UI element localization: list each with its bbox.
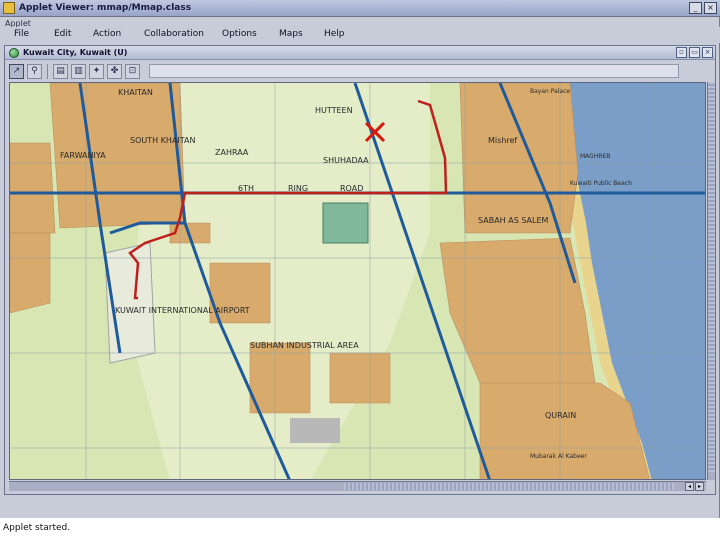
horizontal-scroll-thumb[interactable]: [344, 483, 674, 490]
map-label-mishref: Mishref: [488, 136, 517, 145]
menu-file[interactable]: File: [14, 29, 29, 39]
map-label-hutteen: HUTTEEN: [315, 106, 353, 115]
map-label-subhan: SUBHAN INDUSTRIAL AREA: [250, 341, 359, 350]
map-label-sabah-as-salem: SABAH AS SALEM: [478, 216, 549, 225]
scroll-right-icon[interactable]: ▸: [695, 482, 704, 491]
map-label-airport: KUWAIT INTERNATIONAL AIRPORT: [115, 306, 250, 315]
map-label-qurain: QURAIN: [545, 411, 576, 420]
map-label-6th: 6TH: [238, 184, 254, 193]
map-label-maghreb: MAGHREB: [580, 153, 610, 160]
frame-tool-icon[interactable]: ⊡: [125, 63, 140, 79]
map-label-south-khaitan: SOUTH KHAITAN: [130, 136, 196, 145]
map-label-mubarak: Mubarak Al Kabeer: [530, 453, 587, 460]
globe-icon: [9, 47, 19, 58]
map-label-public-beach: Kuwaiti Public Beach: [570, 180, 632, 187]
frame-maximize-button[interactable]: ▭: [689, 47, 700, 58]
window-title: Applet Viewer: mmap/Mmap.class: [19, 3, 192, 13]
marker-tool-icon[interactable]: ✦: [89, 63, 104, 79]
map-internal-frame: Kuwait City, Kuwait (U) ▫ ▭ × ↗ ⚲ ▤ ▥ ✦ …: [4, 45, 716, 495]
title-bar[interactable]: Applet Viewer: mmap/Mmap.class _ ×: [0, 0, 720, 17]
frame-iconify-button[interactable]: ▫: [676, 47, 687, 58]
map-frame-title: Kuwait City, Kuwait (U): [23, 48, 128, 57]
toolbar-separator: [47, 63, 48, 79]
map-label-shuhadaa: SHUHADAA: [323, 156, 369, 165]
map-label-road: ROAD: [340, 184, 363, 193]
java-app-icon: [3, 2, 15, 14]
minimize-button[interactable]: _: [689, 2, 702, 14]
toolbar-info-field: [149, 64, 679, 78]
vertical-scroll-thumb[interactable]: [708, 82, 715, 472]
grid-tool-icon[interactable]: ▥: [71, 63, 86, 79]
map-canvas[interactable]: KHAITAN HUTTEEN FARWANIYA SOUTH KHAITAN …: [9, 82, 706, 480]
menu-maps[interactable]: Maps: [279, 29, 303, 39]
map-horizontal-scrollbar[interactable]: ◂ ▸: [9, 481, 706, 491]
park-area: [322, 202, 369, 244]
pointer-tool-icon[interactable]: ↗: [9, 63, 24, 79]
scroll-left-icon[interactable]: ◂: [685, 482, 694, 491]
frame-close-button[interactable]: ×: [702, 47, 713, 58]
map-label-zahraa: ZAHRAA: [215, 148, 249, 157]
menu-edit[interactable]: Edit: [54, 29, 71, 39]
menu-options[interactable]: Options: [222, 29, 257, 39]
symbol-tool-icon[interactable]: ✤: [107, 63, 122, 79]
map-frame-title-bar[interactable]: Kuwait City, Kuwait (U) ▫ ▭ ×: [5, 46, 715, 60]
status-text: Applet started.: [3, 523, 71, 533]
close-button[interactable]: ×: [704, 2, 717, 14]
gray-lot: [290, 418, 340, 443]
zoom-tool-icon[interactable]: ⚲: [27, 63, 42, 79]
map-toolbar: ↗ ⚲ ▤ ▥ ✦ ✤ ⊡: [5, 61, 715, 81]
map-label-ring: RING: [288, 184, 308, 193]
menu-collaboration[interactable]: Collaboration: [144, 29, 204, 39]
menu-action[interactable]: Action: [93, 29, 121, 39]
map-label-bayan-palace: Bayan Palace: [530, 88, 570, 95]
menu-bar: File Edit Action Collaboration Options M…: [0, 27, 720, 43]
status-bar: Applet started.: [0, 519, 720, 538]
menu-help[interactable]: Help: [324, 29, 345, 39]
map-vertical-scrollbar[interactable]: [707, 82, 715, 480]
applet-viewer-window: Applet Viewer: mmap/Mmap.class _ × Apple…: [0, 0, 720, 518]
layer-tool-icon[interactable]: ▤: [53, 63, 68, 79]
map-label-khaitan: KHAITAN: [118, 88, 153, 97]
map-label-farwaniya: FARWANIYA: [60, 151, 106, 160]
